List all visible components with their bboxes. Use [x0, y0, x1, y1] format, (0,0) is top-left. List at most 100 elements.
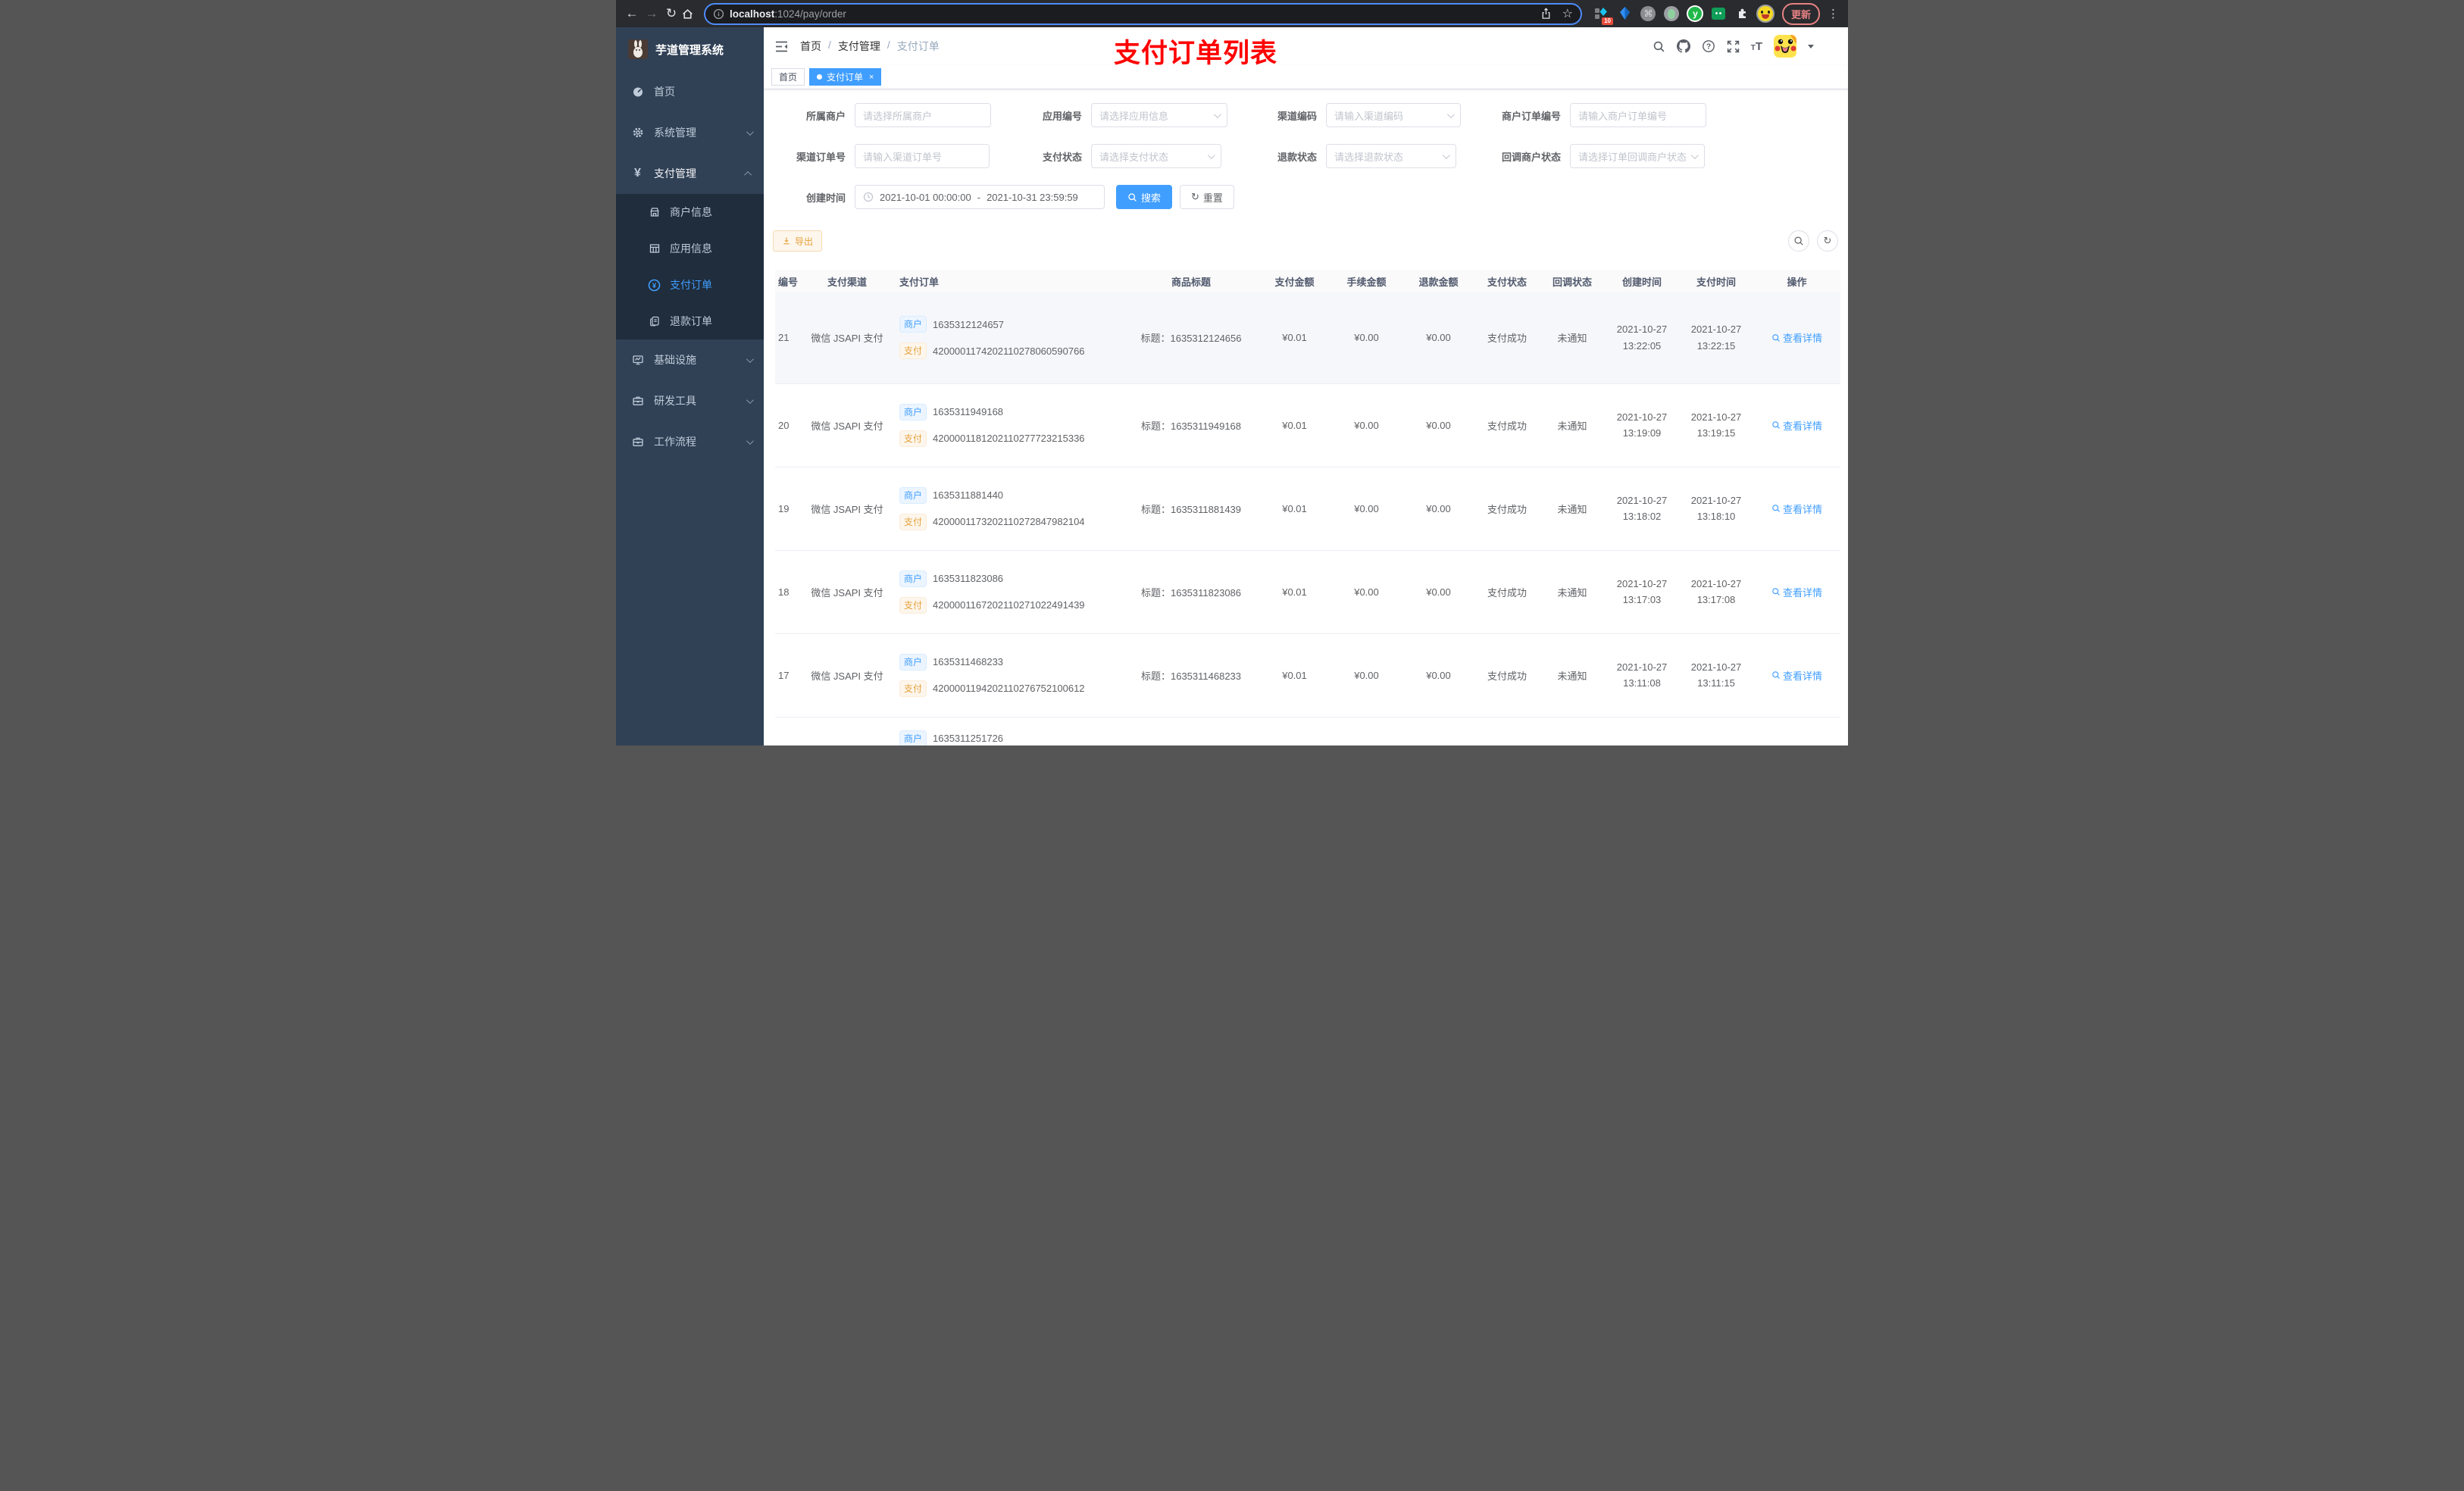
reload-icon[interactable]: ↻ — [661, 6, 681, 21]
view-detail-link[interactable]: 查看详情 — [1771, 330, 1822, 345]
font-size-icon[interactable]: TT — [1751, 40, 1762, 53]
app-select[interactable]: 请选择应用信息 — [1091, 103, 1227, 127]
github-icon[interactable] — [1676, 39, 1690, 53]
filter-create-time: 创建时间 2021-10-01 00:00:00 - 2021-10-31 23… — [771, 185, 1234, 209]
browser-menu-icon[interactable]: ⋮ — [1825, 7, 1842, 20]
sidebar-item-label: 应用信息 — [670, 242, 712, 255]
forward-icon[interactable]: → — [642, 6, 661, 21]
user-avatar[interactable] — [1774, 35, 1796, 58]
tag-home[interactable]: 首页 — [771, 68, 805, 86]
avatar-caret-icon[interactable] — [1808, 44, 1814, 48]
merchant-badge: 商户 — [899, 403, 927, 420]
gear-icon — [631, 127, 644, 139]
share-icon[interactable] — [1540, 8, 1552, 20]
table-row[interactable]: 17 微信 JSAPI 支付 商户 1635311468233 支付 4200001… — [775, 633, 1840, 717]
document-icon — [648, 315, 661, 327]
extension-icon[interactable]: 10 — [1592, 5, 1613, 25]
col-title: 商品标题 — [1124, 270, 1259, 292]
fullscreen-icon[interactable] — [1727, 40, 1740, 53]
notify-status-select[interactable]: 请选择订单回调商户状态 — [1570, 144, 1705, 168]
sidebar-item-pay[interactable]: ¥ 支付管理 — [616, 153, 764, 194]
col-notify: 回调状态 — [1540, 270, 1605, 292]
sidebar-item-refund-order[interactable]: 退款订单 — [616, 303, 764, 339]
refresh-table-button[interactable]: ↻ — [1817, 230, 1838, 252]
view-detail-link[interactable]: 查看详情 — [1771, 502, 1822, 516]
chevron-down-icon — [1690, 151, 1699, 159]
chevron-down-icon — [746, 127, 754, 136]
view-detail-link[interactable]: 查看详情 — [1771, 585, 1822, 599]
chevron-down-icon — [746, 436, 754, 445]
site-info-icon[interactable] — [713, 8, 724, 20]
app-logo — [628, 39, 648, 59]
dot-extension-icon[interactable] — [1662, 5, 1681, 23]
reset-button[interactable]: ↻ 重置 — [1180, 185, 1234, 209]
toggle-search-button[interactable] — [1788, 230, 1809, 252]
view-detail-link[interactable]: 查看详情 — [1771, 418, 1822, 433]
create-time-range-input[interactable]: 2021-10-01 00:00:00 - 2021-10-31 23:59:5… — [855, 185, 1105, 209]
emoji-extension-icon[interactable] — [1756, 5, 1775, 23]
address-bar[interactable]: localhost:1024/pay/order ☆ — [704, 2, 1582, 25]
breadcrumb-home[interactable]: 首页 — [800, 39, 821, 54]
briefcase-icon — [631, 436, 644, 448]
navbar-actions: ? TT — [1653, 35, 1837, 58]
sidebar-item-merchant-info[interactable]: 商户信息 — [616, 194, 764, 230]
sidebar-item-devtools[interactable]: 研发工具 — [616, 380, 764, 421]
export-button[interactable]: 导出 — [773, 230, 823, 252]
pay-badge: 支付 — [899, 596, 927, 614]
search-icon[interactable] — [1653, 40, 1665, 53]
sidebar-item-pay-order[interactable]: ¥ 支付订单 — [616, 267, 764, 303]
back-icon[interactable]: ← — [622, 6, 642, 21]
merchant-order-no-input[interactable]: 请输入商户订单编号 — [1570, 103, 1706, 127]
pay-order-table: 编号 支付渠道 支付订单 商品标题 支付金额 手续金额 退款金额 支付状态 回调… — [775, 270, 1840, 746]
home-icon[interactable] — [681, 8, 701, 20]
field-label: 支付状态 — [1042, 151, 1082, 163]
bookmark-star-icon[interactable]: ☆ — [1562, 6, 1573, 21]
tag-dot — [817, 74, 823, 80]
channel-order-no-input[interactable]: 请输入渠道订单号 — [855, 144, 990, 168]
yen-icon: ¥ — [634, 167, 641, 180]
pay-badge: 支付 — [899, 342, 927, 360]
help-icon[interactable]: ? — [1702, 39, 1715, 53]
refresh-icon: ↻ — [1191, 191, 1199, 202]
filter-notify-status: 回调商户状态 请选择订单回调商户状态 — [1477, 144, 1705, 168]
pay-status-select[interactable]: 请选择支付状态 — [1091, 144, 1221, 168]
field-label: 回调商户状态 — [1501, 151, 1561, 163]
chat-extension-icon[interactable] — [1709, 5, 1728, 23]
search-button[interactable]: 搜索 — [1116, 185, 1173, 209]
col-status: 支付状态 — [1474, 270, 1540, 292]
navbar: 首页 / 支付管理 / 支付订单 ? TT — [764, 27, 1848, 65]
view-detail-link[interactable]: 查看详情 — [1771, 668, 1822, 683]
browser-update-button[interactable]: 更新 — [1781, 2, 1820, 25]
breadcrumb-pay[interactable]: 支付管理 — [838, 39, 880, 54]
shop-icon — [648, 206, 661, 218]
table-row[interactable]: 商户 1635311251726 — [775, 717, 1840, 746]
sidebar-item-system[interactable]: 系统管理 — [616, 112, 764, 153]
channel-code-select[interactable]: 请输入渠道编码 — [1326, 103, 1461, 127]
sidebar-item-app-info[interactable]: 应用信息 — [616, 230, 764, 267]
table-row[interactable]: 20 微信 JSAPI 支付 商户 1635311949168 支付 4200001… — [775, 383, 1840, 467]
collapse-sidebar-icon[interactable] — [775, 41, 788, 52]
sidebar-item-label: 商户信息 — [670, 206, 712, 218]
field-label: 渠道订单号 — [796, 151, 846, 163]
puzzle-extension-icon[interactable] — [1733, 5, 1752, 23]
sidebar-item-label: 研发工具 — [654, 395, 696, 407]
kite-extension-icon[interactable] — [1615, 5, 1634, 23]
table-row[interactable]: 19 微信 JSAPI 支付 商户 1635311881440 支付 4200001… — [775, 467, 1840, 551]
refund-status-select[interactable]: 请选择退款状态 — [1326, 144, 1456, 168]
tag-close-icon[interactable]: × — [869, 73, 874, 82]
pay-badge: 支付 — [899, 680, 927, 697]
tag-pay-order[interactable]: 支付订单 × — [809, 68, 882, 86]
y-extension-icon[interactable]: y — [1686, 5, 1705, 23]
sidebar-item-infra[interactable]: 基础设施 — [616, 339, 764, 380]
command-extension-icon[interactable]: ⌘ — [1639, 5, 1658, 23]
merchant-select[interactable]: 请选择所属商户 — [855, 103, 991, 127]
pay-badge: 支付 — [899, 513, 927, 530]
chevron-down-icon — [1446, 110, 1455, 118]
tags-view: 首页 支付订单 × — [764, 65, 1848, 89]
sidebar-item-home[interactable]: 首页 — [616, 71, 764, 112]
table-row[interactable]: 18 微信 JSAPI 支付 商户 1635311823086 支付 4200001… — [775, 550, 1840, 634]
table-row[interactable]: 21 微信 JSAPI 支付 商户 1635312124657 支付 4200001… — [775, 292, 1840, 384]
browser-toolbar: ← → ↻ localhost:1024/pay/order ☆ 10 ⌘ y … — [616, 0, 1848, 27]
filter-channel-code: 渠道编码 请输入渠道编码 — [1250, 103, 1461, 127]
sidebar-item-workflow[interactable]: 工作流程 — [616, 421, 764, 462]
